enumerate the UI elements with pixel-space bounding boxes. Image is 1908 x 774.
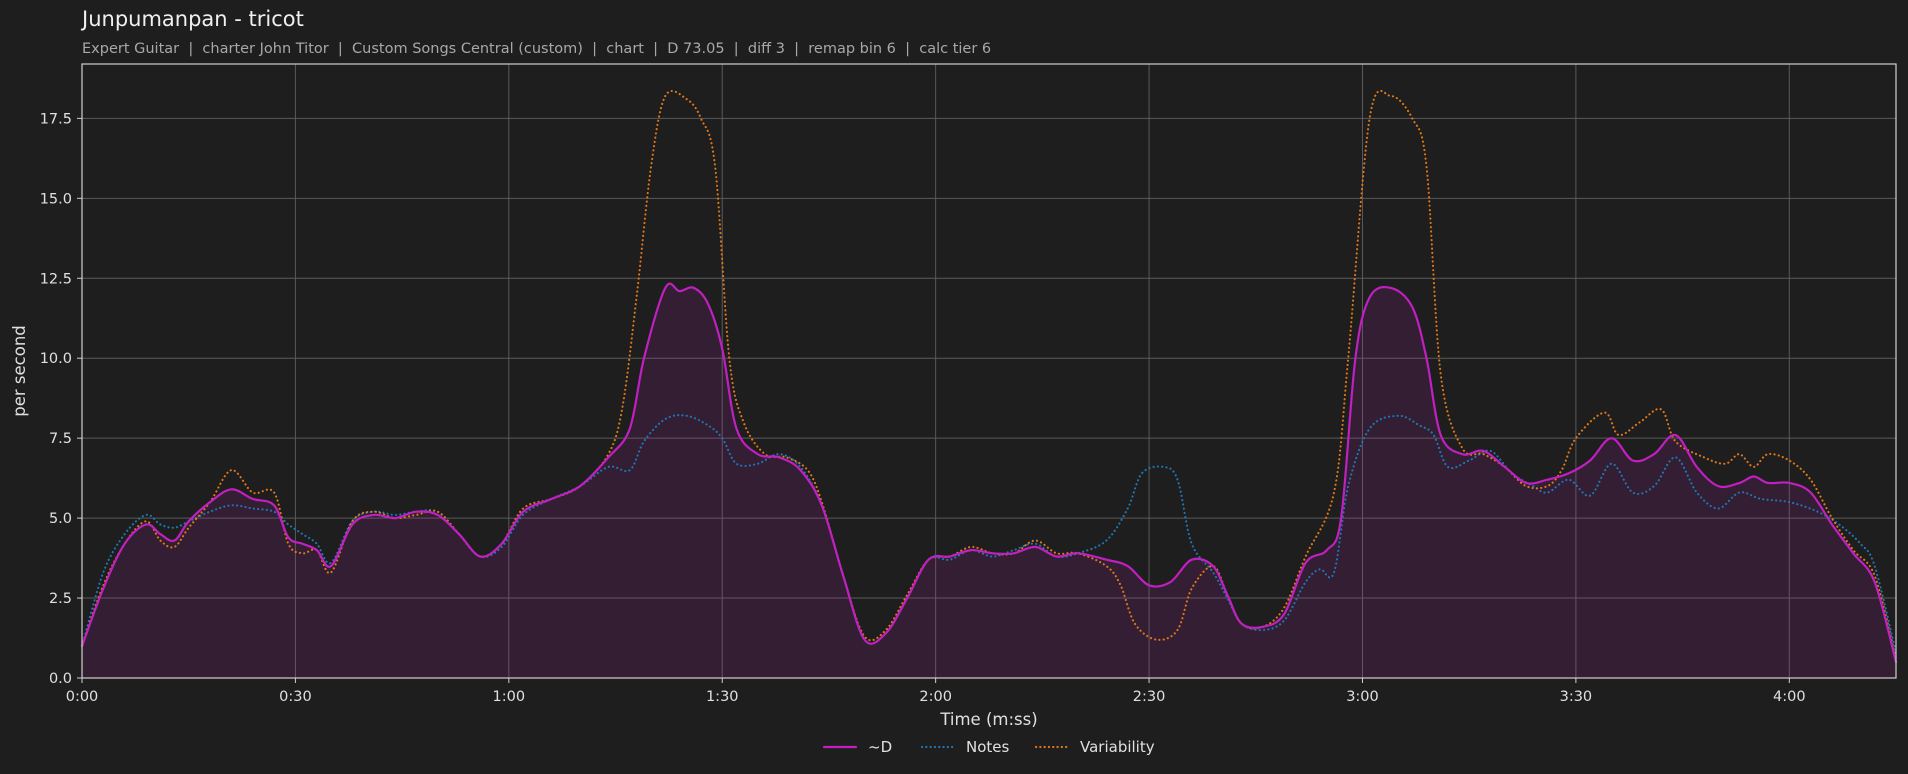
x-tick-label: 1:00 bbox=[493, 689, 526, 705]
x-tick-label: 2:00 bbox=[919, 689, 952, 705]
legend-label: Notes bbox=[966, 738, 1010, 756]
x-tick-label: 2:30 bbox=[1133, 689, 1166, 705]
legend-label: Variability bbox=[1080, 738, 1155, 756]
y-tick-label: 2.5 bbox=[49, 591, 72, 607]
chart: 0:00 0:30 1:00 1:30 2:00 2:30 3:00 3:30 4:00 0.0 2… bbox=[10, 63, 1898, 756]
x-tick-label: 1:30 bbox=[706, 689, 739, 705]
x-axis-label: Time (m:ss) bbox=[939, 710, 1037, 729]
y-tick-label: 5.0 bbox=[49, 511, 72, 527]
x-tick-label: 3:00 bbox=[1346, 689, 1379, 705]
y-tick-label: 12.5 bbox=[40, 271, 72, 287]
legend-label: ~D bbox=[868, 738, 892, 756]
x-tick-label: 0:00 bbox=[66, 689, 99, 705]
x-tick-label: 4:00 bbox=[1773, 689, 1806, 705]
y-tick-label: 7.5 bbox=[49, 431, 72, 447]
x-tick-label: 3:30 bbox=[1560, 689, 1593, 705]
y-tick-label: 0.0 bbox=[49, 671, 72, 687]
y-tick-label: 15.0 bbox=[40, 191, 72, 207]
y-axis-label: per second bbox=[10, 325, 29, 417]
x-tick-label: 0:30 bbox=[279, 689, 312, 705]
y-tick-label: 17.5 bbox=[40, 111, 72, 127]
y-tick-label: 10.0 bbox=[40, 351, 72, 367]
legend: ~D Notes Variability bbox=[822, 738, 1155, 756]
